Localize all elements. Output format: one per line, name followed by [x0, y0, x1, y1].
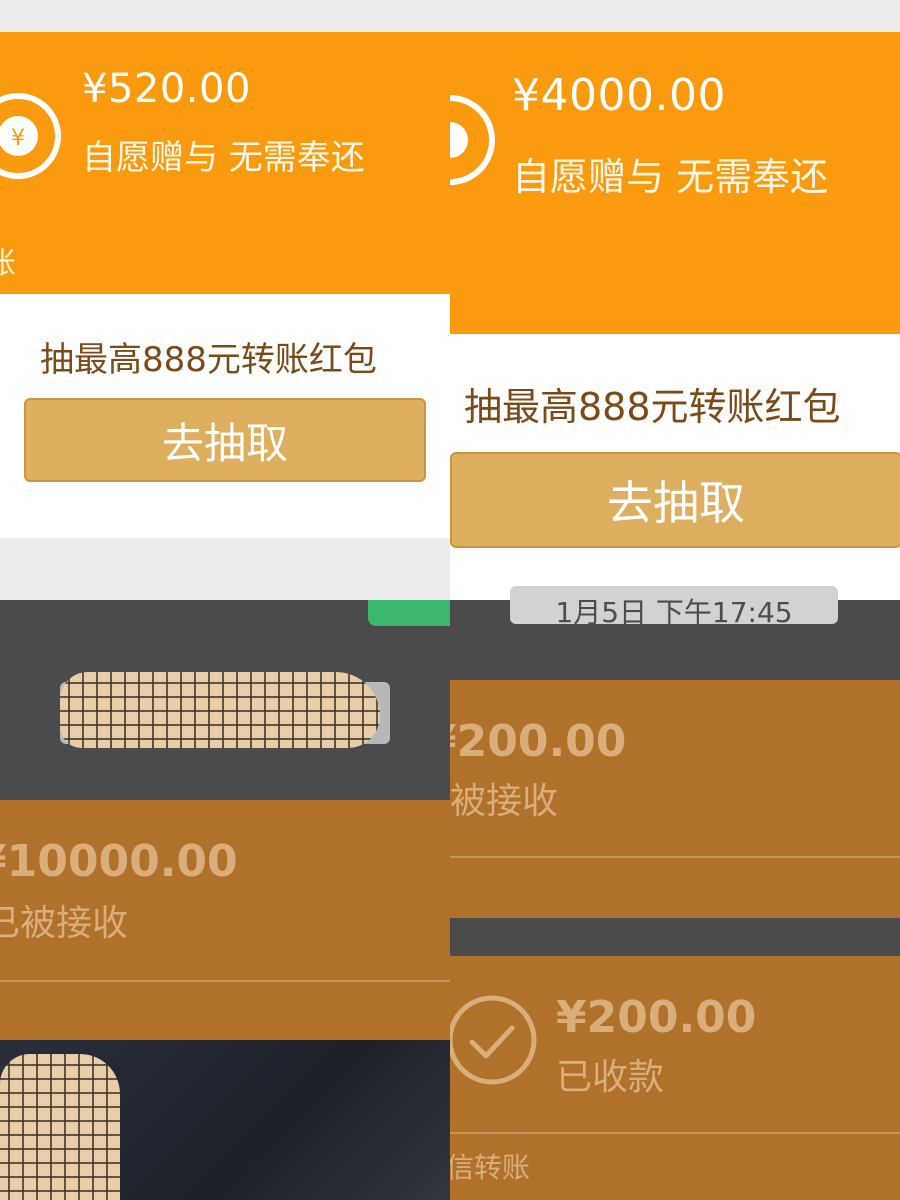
status-area: [450, 0, 900, 32]
card-divider: [450, 1132, 900, 1134]
transfer-note: 自愿赠与 无需奉还: [82, 138, 365, 178]
collected-status: 已收款: [556, 1057, 665, 1098]
transfer-label-fragment: 账: [0, 246, 16, 281]
sent-message-bubble[interactable]: [368, 600, 450, 626]
transfer-card[interactable]: ¥ ¥520.00 自愿赠与 无需奉还 账: [0, 32, 450, 294]
redacted-avatar: [0, 1054, 120, 1200]
promo-text: 抽最高888元转账红包: [464, 385, 841, 429]
transfer-card[interactable]: ¥4000.00 自愿赠与 无需奉还: [450, 32, 900, 334]
card-divider: [450, 856, 900, 858]
transfer-amount: ¥520.00: [82, 66, 251, 112]
collected-transfer-card[interactable]: ¥200.00 已收款 微信转账: [450, 956, 900, 1200]
chat-background: [0, 600, 450, 800]
promo-text: 抽最高888元转账红包: [40, 340, 377, 380]
chat-gap: [450, 918, 900, 956]
received-amount: ¥10000.00: [0, 836, 238, 887]
left-screenshot: ¥ ¥520.00 自愿赠与 无需奉还 账 抽最高888元转账红包 去抽取 ¥1…: [0, 0, 450, 1200]
draw-button[interactable]: 去抽取: [24, 398, 426, 482]
received-status: 已被接收: [450, 781, 559, 822]
transfer-note: 自愿赠与 无需奉还: [512, 155, 829, 199]
received-transfer-card[interactable]: ¥10000.00 已被接收: [0, 800, 450, 1040]
card-divider: [0, 980, 450, 982]
transfer-amount: ¥4000.00: [512, 70, 726, 121]
redacted-timestamp: [60, 672, 380, 748]
draw-button[interactable]: 去抽取: [450, 452, 900, 548]
collected-amount: ¥200.00: [556, 992, 757, 1043]
status-area: [0, 0, 450, 32]
timestamp-pill: 1月5日 下午17:45: [510, 586, 838, 624]
photo-background: [0, 1040, 450, 1200]
transfer-footer-label: 微信转账: [450, 1151, 531, 1184]
received-amount: ¥200.00: [450, 716, 627, 767]
right-screenshot: ¥4000.00 自愿赠与 无需奉还 抽最高888元转账红包 去抽取 1月5日 …: [450, 0, 900, 1200]
yen-exchange-icon: [450, 95, 495, 185]
promo-section: 抽最高888元转账红包 去抽取: [0, 294, 450, 538]
svg-text:¥: ¥: [11, 126, 25, 151]
received-transfer-card[interactable]: ¥200.00 已被接收: [450, 680, 900, 918]
promo-section: 抽最高888元转账红包 去抽取: [450, 334, 900, 600]
chat-background: 1月5日 下午17:45: [450, 586, 900, 680]
received-status: 已被接收: [0, 903, 129, 944]
gap: [0, 538, 450, 600]
check-circle-icon: [450, 995, 537, 1085]
yen-exchange-icon: ¥: [0, 93, 61, 179]
